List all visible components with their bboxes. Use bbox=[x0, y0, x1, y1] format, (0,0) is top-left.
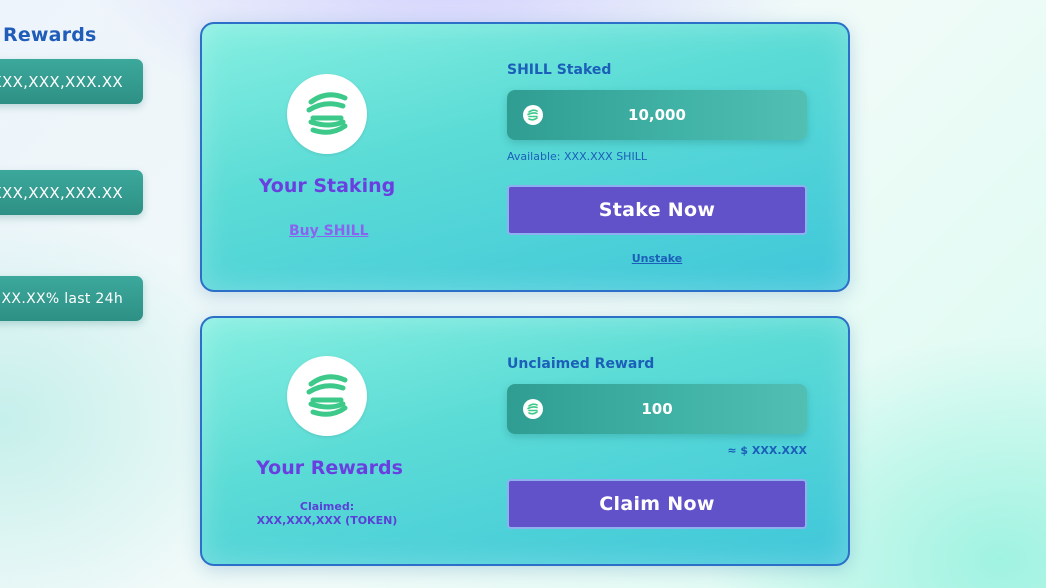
staking-title: Your Staking bbox=[258, 175, 396, 197]
shill-coin-icon bbox=[523, 105, 543, 125]
total-rewards-value: XXX,XXX,XXX.XX bbox=[0, 72, 123, 91]
staking-card: Your Staking Buy SHILL SHILL Staked Avai… bbox=[200, 22, 850, 292]
stake-amount-field bbox=[507, 90, 807, 140]
shill-staked-label: SHILL Staked bbox=[507, 62, 612, 78]
buy-shill-link[interactable]: Buy SHILL bbox=[289, 223, 369, 239]
total-rewards-pill: XXX,XXX,XXX.XX bbox=[0, 59, 143, 104]
unclaimed-reward-label: Unclaimed Reward bbox=[507, 356, 655, 372]
rewards-title: Your Rewards bbox=[256, 457, 403, 479]
shill-coin-icon bbox=[523, 399, 543, 419]
available-balance: Available: XXX.XXX SHILL bbox=[507, 150, 647, 163]
claimed-value: XXX,XXX,XXX (TOKEN) bbox=[256, 514, 398, 527]
total-staked-pill: XXX,XXX,XXX.XX bbox=[0, 170, 143, 215]
claim-now-button[interactable]: Claim Now bbox=[507, 479, 807, 529]
unstake-link[interactable]: Unstake bbox=[507, 252, 807, 265]
reward-amount-field bbox=[507, 384, 807, 434]
shill-logo-icon bbox=[287, 74, 367, 154]
rewards-card: Your Rewards Claimed: XXX,XXX,XXX (TOKEN… bbox=[200, 316, 850, 566]
stake-now-button[interactable]: Stake Now bbox=[507, 185, 807, 235]
stake-amount-input[interactable] bbox=[543, 105, 771, 125]
shill-logo-icon bbox=[287, 356, 367, 436]
rewards-heading: Rewards bbox=[3, 24, 97, 46]
change-24h-value: XX.XX% last 24h bbox=[1, 290, 123, 307]
total-staked-value: XXX,XXX,XXX.XX bbox=[0, 183, 123, 202]
reward-usd-value: ≈ $ XXX.XXX bbox=[727, 444, 807, 457]
claimed-info: Claimed: XXX,XXX,XXX (TOKEN) bbox=[242, 500, 412, 528]
claimed-label: Claimed: bbox=[299, 500, 355, 513]
change-24h-pill: XX.XX% last 24h bbox=[0, 276, 143, 321]
reward-amount-input[interactable] bbox=[543, 399, 771, 419]
